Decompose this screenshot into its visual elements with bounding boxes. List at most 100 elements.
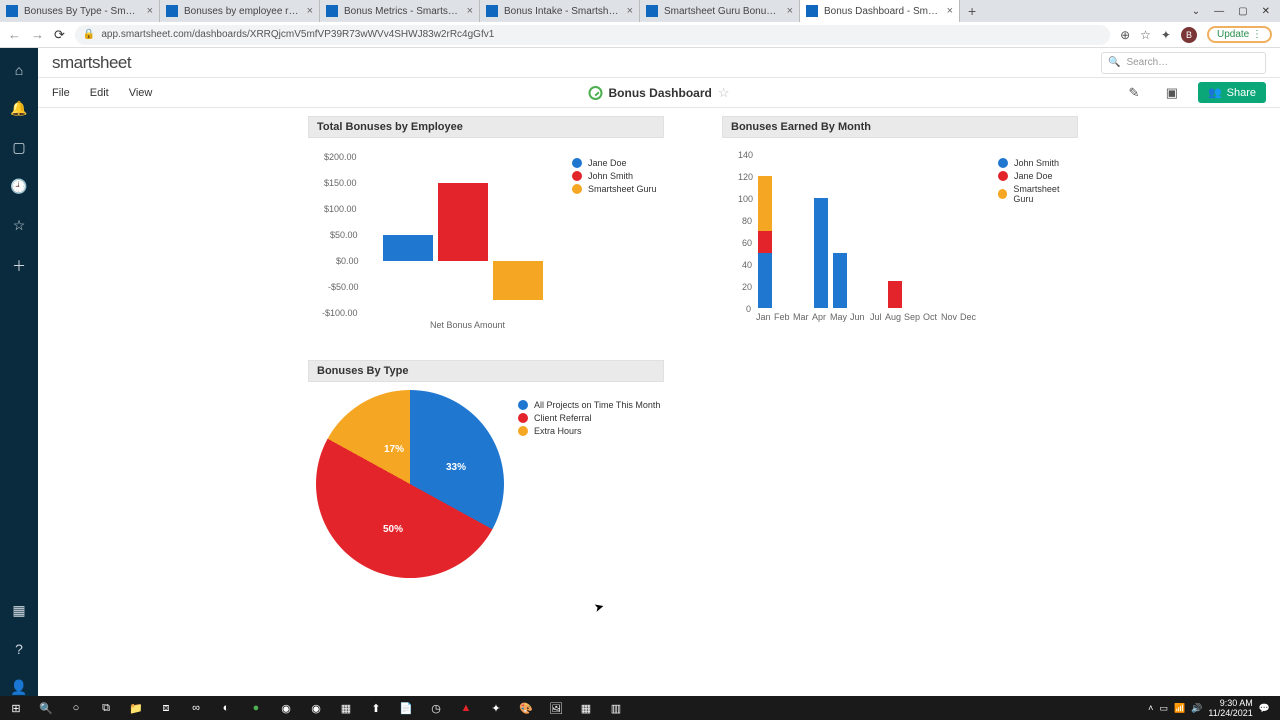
app-icon[interactable]: ✦ [484,698,508,718]
bell-icon[interactable]: 🔔 [10,100,27,117]
close-icon[interactable]: × [467,5,473,17]
browser-tab[interactable]: Bonuses by employee report - S× [160,0,320,22]
reload-button[interactable]: ⟳ [54,27,65,43]
chart-legend: Jane Doe John Smith Smartsheet Guru [572,158,657,197]
zoom-icon[interactable]: ⊕ [1120,28,1130,42]
widget-bonuses-by-month[interactable]: Bonuses Earned By Month 140 120 100 80 6… [722,116,1078,338]
taskview-icon[interactable]: ⧉ [94,698,118,718]
tray-chevron-icon[interactable]: ˄ [1148,703,1153,713]
volume-icon[interactable]: 🔊 [1191,703,1202,714]
search-icon[interactable]: 🔍 [34,698,58,718]
app-icon[interactable]: ▦ [334,698,358,718]
browser-tab[interactable]: Bonus Intake - Smartsheet.com× [480,0,640,22]
bar-may-john [833,253,847,308]
search-icon: 🔍 [1108,57,1120,68]
favorite-star-icon[interactable]: ☆ [718,85,730,101]
system-tray[interactable]: ˄ ▭ 📶 🔊 9:30 AM 11/24/2021 💬 [1148,698,1276,718]
url-text: app.smartsheet.com/dashboards/XRRQjcmV5m… [101,29,494,40]
menu-edit[interactable]: Edit [90,87,109,99]
favorites-icon[interactable]: ☆ [13,217,26,234]
browser-tab-active[interactable]: Bonus Dashboard - Smartsheet× [800,0,960,22]
bookmark-star-icon[interactable]: ☆ [1140,28,1151,42]
back-button[interactable]: ← [8,27,21,42]
app-icon[interactable]: ▦ [574,698,598,718]
close-icon[interactable]: × [307,5,313,17]
widget-title: Bonuses By Type [308,360,664,382]
start-icon[interactable]: ⊞ [4,698,28,718]
close-icon[interactable]: × [947,5,953,17]
chrome-icon[interactable]: ◉ [274,698,298,718]
chrome-icon[interactable]: ◉ [304,698,328,718]
update-button[interactable]: Update ⋮ [1207,26,1272,43]
home-icon[interactable]: ⌂ [15,62,23,78]
bar-aug-jane [888,281,902,308]
pie-graphic [316,390,504,578]
acrobat-icon[interactable]: ▲ [454,698,478,718]
chevron-down-icon[interactable]: ⌄ [1192,6,1200,17]
widget-total-bonuses[interactable]: Total Bonuses by Employee $200.00 $150.0… [308,116,664,338]
clock[interactable]: 9:30 AM 11/24/2021 [1208,698,1252,718]
apps-icon[interactable]: ▦ [12,602,25,619]
app-icon[interactable]: 🎨 [514,698,538,718]
close-window-icon[interactable]: ✕ [1262,6,1270,17]
dashboard-icon [589,86,603,100]
close-icon[interactable]: × [627,5,633,17]
bar-chart: $200.00 $150.00 $100.00 $50.00 $0.00 -$5… [308,138,664,338]
wifi-icon[interactable]: 📶 [1174,703,1185,714]
app-icon[interactable]: ● [244,698,268,718]
stacked-bar-chart: 140 120 100 80 60 40 20 0 Jan Feb Mar Ap… [722,138,1078,338]
notifications-icon[interactable]: 💬 [1259,703,1270,714]
brand-logo[interactable]: smartsheet [52,53,131,73]
toolbar: File Edit View Bonus Dashboard ☆ ✎ ▣ 👥Sh… [38,78,1280,108]
edge-icon[interactable]: ◐ [214,698,238,718]
bar-jan-john [758,253,772,308]
maximize-icon[interactable]: ▢ [1238,6,1247,17]
x-axis-label: Net Bonus Amount [430,320,505,330]
explorer-icon[interactable]: 📁 [124,698,148,718]
windows-taskbar[interactable]: ⊞ 🔍 ○ ⧉ 📁 ⧈ ∞ ◐ ● ◉ ◉ ▦ ⬆ 📄 ◷ ▲ ✦ 🎨 🖼 ▦ … [0,696,1280,720]
profile-avatar[interactable]: B [1181,27,1197,43]
cortana-icon[interactable]: ○ [64,698,88,718]
battery-icon[interactable]: ▭ [1159,703,1168,714]
new-tab-button[interactable]: + [960,3,984,19]
left-nav-rail: ⌂ 🔔 ▢ 🕘 ☆ ＋ ▦ ? 👤 [0,48,38,696]
page-title: Bonus Dashboard [609,86,712,100]
url-input[interactable]: 🔒 app.smartsheet.com/dashboards/XRRQjcmV… [75,25,1110,45]
browser-tab[interactable]: Bonus Metrics - Smartsheet.com× [320,0,480,22]
present-button[interactable]: ▣ [1160,81,1184,105]
menu-view[interactable]: View [129,87,153,99]
chart-legend: All Projects on Time This Month Client R… [518,400,660,439]
recents-icon[interactable]: 🕘 [10,178,27,195]
dropbox-icon[interactable]: ⧈ [154,698,178,718]
app-icon[interactable]: ∞ [184,698,208,718]
search-input[interactable]: 🔍 Search… [1101,52,1266,74]
app-icon[interactable]: ▥ [604,698,628,718]
bar-jane-doe [383,235,433,261]
widget-title: Bonuses Earned By Month [722,116,1078,138]
help-icon[interactable]: ? [15,641,23,657]
app-icon[interactable]: 📄 [394,698,418,718]
people-icon: 👥 [1208,86,1222,99]
browser-tab[interactable]: Bonuses By Type - Smartsheet.co× [0,0,160,22]
app-icon[interactable]: ⬆ [364,698,388,718]
menu-file[interactable]: File [52,87,70,99]
close-icon[interactable]: × [787,5,793,17]
bar-smartsheet-guru [493,261,543,300]
bar-jan-jane [758,231,772,253]
browser-tab[interactable]: Smartsheet Guru Bonus Entry Fo× [640,0,800,22]
dashboard-canvas: Total Bonuses by Employee $200.00 $150.0… [38,108,1280,696]
pie-chart: 33% 50% 17% All Projects on Time This Mo… [308,382,664,592]
close-icon[interactable]: × [147,5,153,17]
account-icon[interactable]: 👤 [10,679,27,696]
minimize-icon[interactable]: — [1214,6,1224,17]
app-icon[interactable]: 🖼 [544,698,568,718]
edit-button[interactable]: ✎ [1122,81,1146,105]
extensions-icon[interactable]: ✦ [1161,28,1171,42]
app-icon[interactable]: ◷ [424,698,448,718]
share-button[interactable]: 👥Share [1198,82,1266,103]
folder-icon[interactable]: ▢ [12,139,25,156]
widget-bonuses-by-type[interactable]: Bonuses By Type 33% 50% 17% All Projects… [308,360,664,592]
add-icon[interactable]: ＋ [12,256,26,276]
forward-button[interactable]: → [31,27,44,42]
address-bar: ← → ⟳ 🔒 app.smartsheet.com/dashboards/XR… [0,22,1280,48]
